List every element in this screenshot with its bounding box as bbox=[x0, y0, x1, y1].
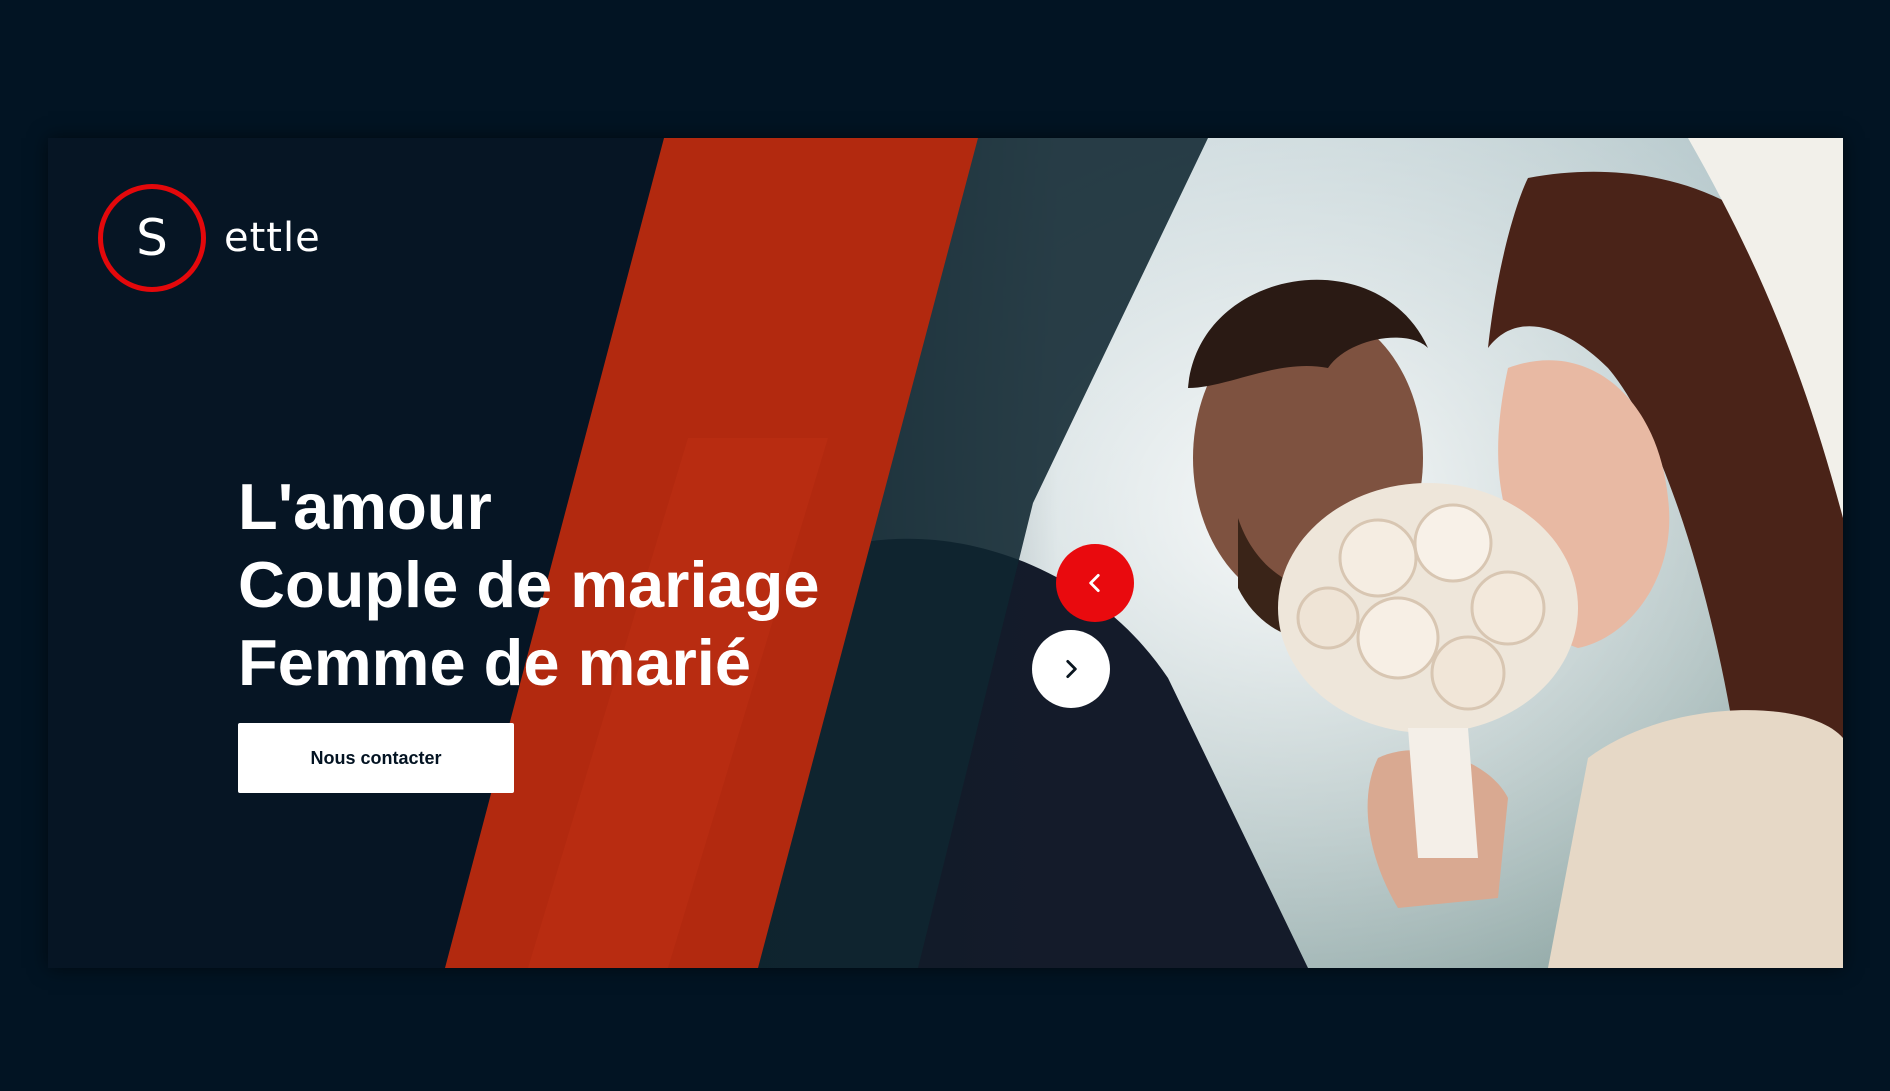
headline-line-1: L'amour bbox=[238, 470, 492, 543]
contact-button[interactable]: Nous contacter bbox=[238, 723, 514, 793]
logo-circle-icon: S bbox=[98, 184, 206, 292]
hero-headline: L'amour Couple de mariage Femme de marié bbox=[238, 468, 820, 702]
brand-logo[interactable]: S ettle bbox=[98, 178, 321, 298]
logo-text: ettle bbox=[224, 215, 321, 261]
carousel-next-button[interactable] bbox=[1032, 630, 1110, 708]
page: S ettle L'amour Couple de mariage Femme … bbox=[0, 0, 1890, 1091]
headline-line-3: Femme de marié bbox=[238, 626, 752, 699]
hero-banner: S ettle L'amour Couple de mariage Femme … bbox=[48, 138, 1843, 968]
carousel-prev-button[interactable] bbox=[1056, 544, 1134, 622]
chevron-left-icon bbox=[1089, 574, 1100, 592]
headline-line-2: Couple de mariage bbox=[238, 548, 820, 621]
chevron-right-icon bbox=[1066, 660, 1077, 678]
